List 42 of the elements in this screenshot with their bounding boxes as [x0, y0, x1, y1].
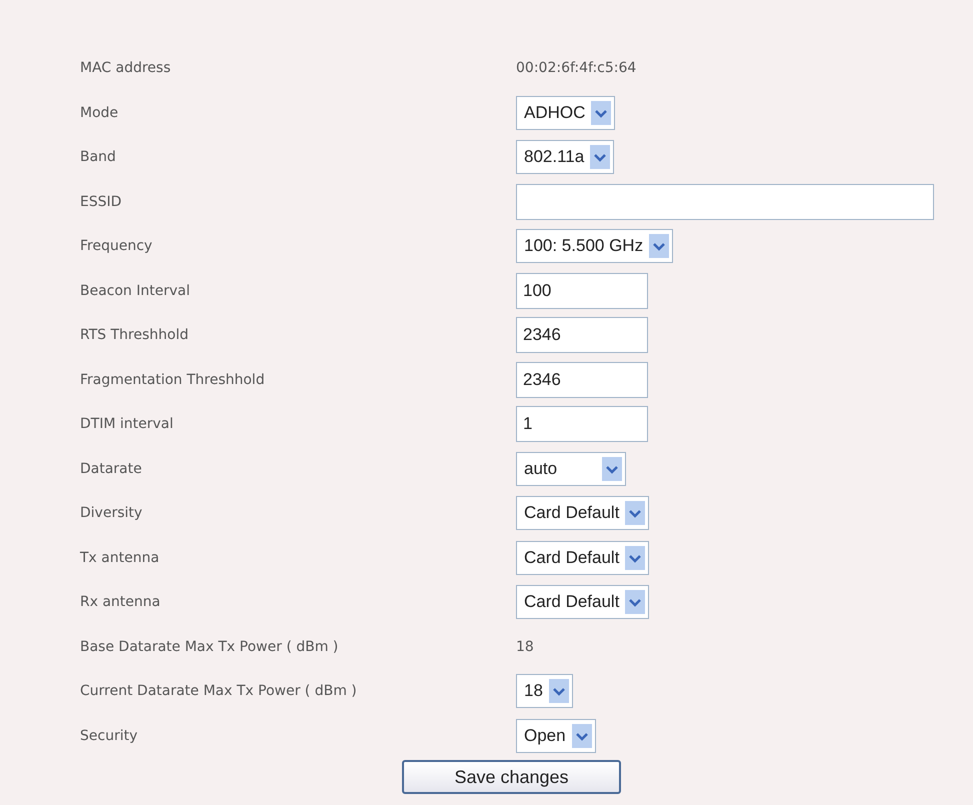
chevron-down-icon	[572, 724, 592, 748]
dropdown[interactable]: 100: 5.500 GHz	[516, 229, 674, 264]
dropdown[interactable]: ADHOC	[516, 96, 616, 130]
field-label: MAC address	[80, 60, 172, 76]
save-button[interactable]: Save changes	[402, 760, 621, 794]
dropdown[interactable]: 18	[516, 674, 573, 708]
field-label: Datarate	[80, 460, 143, 477]
field-label: Base Datarate Max Tx Power ( dBm )	[80, 638, 340, 655]
field-label: RTS Threshhold	[80, 327, 190, 344]
field-label: Tx antenna	[80, 550, 160, 566]
field-label: Rx antenna	[80, 594, 162, 610]
dropdown[interactable]: auto	[516, 452, 626, 486]
field-label: Band	[80, 149, 117, 166]
input-field[interactable]	[516, 184, 934, 220]
input-field[interactable]: 1	[516, 406, 648, 442]
chevron-down-icon	[625, 546, 646, 570]
dropdown[interactable]: 802.11a	[516, 140, 614, 174]
chevron-down-icon	[602, 456, 622, 481]
field-label: Beacon Interval	[80, 282, 191, 299]
field-label: Security	[80, 728, 138, 744]
chevron-down-icon	[590, 145, 610, 170]
setting-value: 18	[516, 638, 534, 655]
input-field[interactable]: 2346	[516, 317, 648, 354]
field-label: DTIM interval	[80, 416, 174, 432]
input-field[interactable]: 100	[516, 272, 648, 309]
input-field[interactable]: 2346	[516, 362, 648, 398]
chevron-down-icon	[625, 501, 646, 526]
dropdown[interactable]: Card Default	[516, 496, 650, 530]
chevron-down-icon	[625, 590, 646, 614]
field-label: Mode	[80, 104, 120, 121]
chevron-down-icon	[548, 679, 569, 704]
chevron-down-icon	[649, 234, 670, 258]
field-label: ESSID	[80, 194, 123, 210]
dropdown[interactable]: Open	[516, 718, 596, 753]
field-label: Fragmentation Threshhold	[80, 372, 266, 388]
field-label: Diversity	[80, 505, 144, 522]
field-label: Frequency	[80, 238, 154, 254]
field-label: Current Datarate Max Tx Power ( dBm )	[80, 683, 358, 700]
dropdown[interactable]: Card Default	[516, 540, 650, 575]
dropdown[interactable]: Card Default	[516, 585, 650, 620]
setting-value: 00:02:6f:4f:c5:64	[516, 60, 636, 76]
chevron-down-icon	[591, 100, 612, 125]
